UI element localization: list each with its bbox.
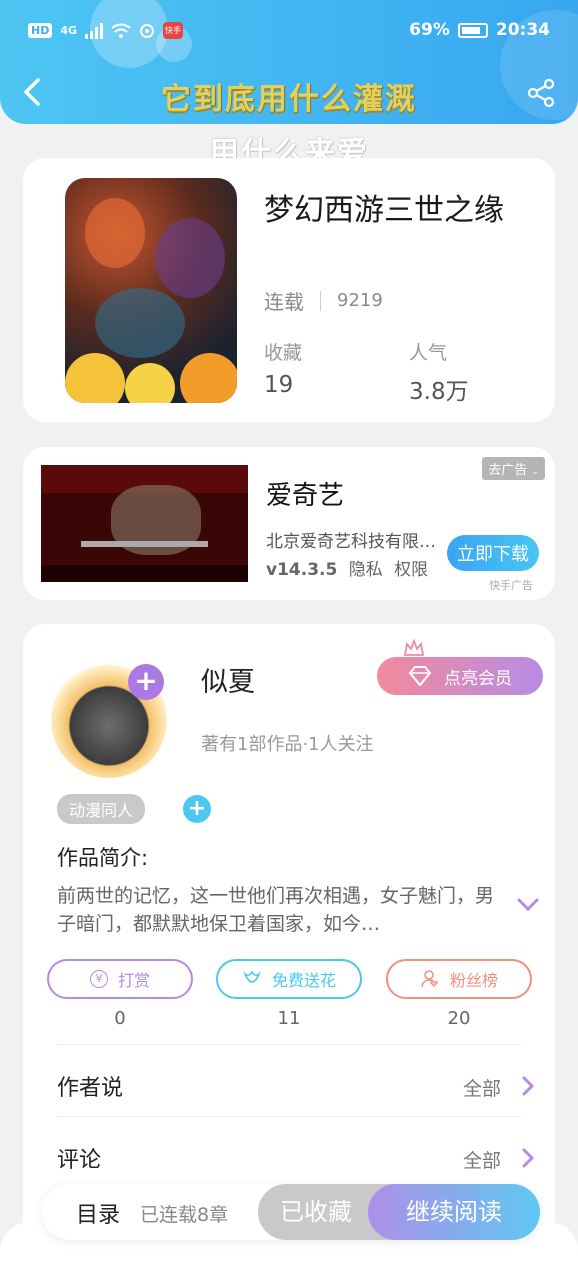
chapter-count: 已连载8章 — [140, 1204, 229, 1226]
app-notification-badge: 快手 — [163, 22, 184, 39]
author-meta: 著有1部作品·1人关注 — [201, 734, 374, 755]
ad-image-band — [41, 565, 248, 582]
book-status-line: 连载 9219 — [264, 286, 383, 315]
ad-permissions-link[interactable]: 权限 — [394, 560, 428, 580]
hd-badge: HD — [28, 23, 53, 38]
cover-art — [125, 363, 175, 403]
expand-chevron-icon[interactable] — [517, 898, 539, 912]
chevron-right-icon — [522, 1076, 535, 1096]
battery-percent: 69% — [409, 20, 450, 40]
book-cover[interactable] — [65, 178, 237, 403]
ad-company: 北京爱奇艺科技有限公司 — [266, 532, 436, 552]
bottom-action-bar: 目录 已连载8章 已收藏 继续阅读 — [42, 1184, 540, 1240]
crown-icon — [403, 639, 425, 656]
ad-download-button[interactable]: 立即下载 — [447, 535, 539, 571]
send-flower-button[interactable]: 免费送花 — [216, 959, 362, 999]
intro-text: 前两世的记忆，这一世他们再次相遇，女子魅门，男子暗门，都默默地保卫着国家，如今… — [57, 885, 495, 935]
comments-all: 全部 — [462, 1150, 501, 1172]
remove-ad-label: 去广告 — [488, 463, 528, 478]
favorites-label: 收藏 — [264, 342, 303, 364]
fans-count: 20 — [447, 1008, 471, 1029]
follow-plus-icon[interactable]: + — [128, 664, 164, 700]
fans-icon — [421, 970, 438, 988]
flower-icon — [243, 970, 261, 983]
author-name[interactable]: 似夏 — [201, 660, 255, 699]
vip-label: 点亮会员 — [444, 668, 512, 689]
cover-art — [155, 218, 225, 298]
ad-source: 快手广告 — [489, 579, 533, 592]
ad-version-line: v14.3.5 隐私 权限 — [266, 555, 428, 580]
fans-rank-label: 粉丝榜 — [449, 971, 498, 990]
clock: 20:34 — [495, 20, 550, 40]
signal-bars-icon — [85, 22, 104, 39]
author-card: + 似夏 著有1部作品·1人关注 点亮会员 动漫同人 + 作品简介: 前两世的记… — [23, 624, 555, 1264]
author-says-label: 作者说 — [57, 1076, 124, 1101]
sync-icon — [140, 23, 155, 38]
popularity-value: 3.8万 — [409, 379, 469, 405]
battery-icon — [457, 22, 488, 38]
vip-button[interactable]: 点亮会员 — [377, 657, 543, 695]
tip-count: 0 — [114, 1008, 126, 1029]
wifi-icon — [111, 23, 131, 38]
tip-button[interactable]: ¥ 打赏 — [47, 959, 193, 999]
diamond-icon — [408, 666, 432, 686]
yuan-icon: ¥ — [89, 970, 108, 988]
book-title: 梦幻西游三世之缘 — [264, 193, 504, 228]
ad-version: v14.3.5 — [266, 560, 338, 580]
status-bar: HD 4G 快手 69% 20:34 — [0, 18, 578, 46]
divider — [57, 1044, 521, 1045]
add-tag-icon[interactable]: + — [183, 795, 211, 823]
divider — [320, 290, 321, 311]
tip-label: 打赏 — [117, 971, 150, 990]
cover-art — [180, 353, 237, 403]
cover-art — [65, 353, 125, 403]
serial-status: 连载 — [264, 290, 304, 314]
ad-card[interactable]: 爱奇艺 北京爱奇艺科技有限公司 v14.3.5 隐私 权限 去广告 ⌄ 立即下载… — [23, 447, 555, 600]
popularity-label: 人气 — [409, 342, 448, 364]
page-title: 它到底用什么灌溉 — [161, 82, 417, 117]
ad-app-name: 爱奇艺 — [266, 481, 345, 511]
divider — [57, 1116, 521, 1117]
comments-label: 评论 — [57, 1148, 102, 1173]
word-count: 9219 — [337, 290, 383, 311]
signal-indicator: 4G — [60, 24, 78, 37]
continue-reading-button[interactable]: 继续阅读 — [368, 1184, 540, 1240]
ad-privacy-link[interactable]: 隐私 — [349, 560, 383, 580]
cover-art — [95, 288, 185, 358]
remove-ad-button[interactable]: 去广告 ⌄ — [482, 457, 545, 480]
chevron-down-icon: ⌄ — [531, 467, 539, 477]
book-info-card: 梦幻西游三世之缘 连载 9219 收藏 19 人气 3.8万 — [23, 158, 555, 422]
intro-title: 作品简介: — [57, 846, 149, 870]
ad-image-band — [81, 541, 208, 547]
cover-art — [85, 198, 145, 268]
toc-label: 目录 — [76, 1203, 121, 1228]
collected-label: 已收藏 — [280, 1198, 352, 1226]
flower-count: 11 — [277, 1008, 301, 1029]
genre-tag[interactable]: 动漫同人 — [57, 794, 146, 824]
ad-image[interactable] — [41, 465, 248, 582]
favorites-value: 19 — [264, 372, 294, 398]
author-says-all: 全部 — [462, 1078, 501, 1100]
send-flower-label: 免费送花 — [271, 971, 336, 990]
chevron-right-icon — [522, 1148, 535, 1168]
fans-rank-button[interactable]: 粉丝榜 — [386, 959, 532, 999]
